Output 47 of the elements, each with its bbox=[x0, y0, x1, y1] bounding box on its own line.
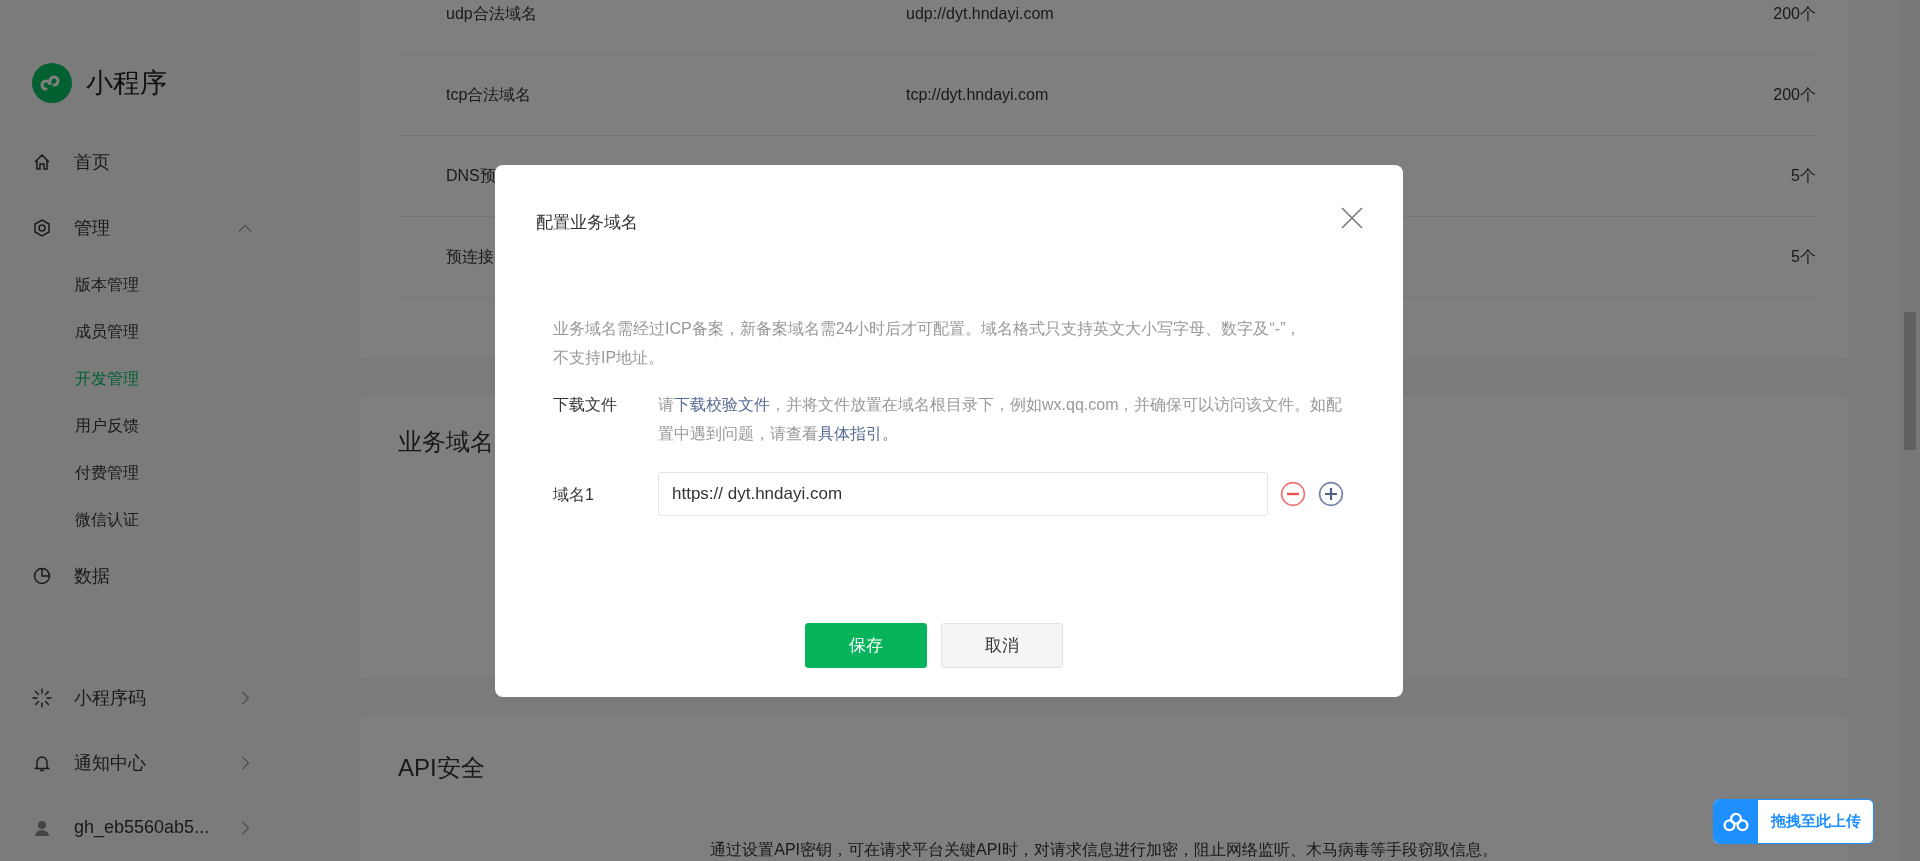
domain-input[interactable]: https:// dyt.hndayi.com bbox=[658, 472, 1268, 516]
field-label: 域名1 bbox=[553, 484, 595, 505]
nav-item[interactable]: 首页 bbox=[32, 129, 252, 195]
notice-text: 业务域名需经过ICP备案，新备案域名需24小时后才可配置。域名格式只支持英文大小写字母、数字及“-”，不支持IP地址。 bbox=[553, 319, 1303, 368]
instruction-text: 请下载校验文件，并将文件放置在域名根目录下，例如wx.qq.com，并确保可以访问该文件。如配置中遇到问题，请查看具体指引。 bbox=[658, 395, 1344, 444]
submenu-item[interactable]: 成员管理 bbox=[32, 308, 360, 355]
cancel-button[interactable]: 取消 bbox=[941, 623, 1063, 668]
table-cell-text: 200个 bbox=[1773, 3, 1816, 24]
nav-item[interactable]: 数据 bbox=[32, 543, 252, 609]
section-title: API安全 bbox=[398, 753, 485, 783]
table-cell-text: 5个 bbox=[1791, 165, 1816, 186]
table-cell-text: tcp合法域名 bbox=[445, 84, 533, 105]
nav-item[interactable]: gh_eb5560ab5... bbox=[32, 795, 252, 860]
description-text: 通过设置API密钥，可在请求平台关键API时，对请求信息进行加密，阻止网络监听、木马病毒等手段窃取信息。 bbox=[709, 840, 1499, 860]
submenu-item[interactable]: 用户反馈 bbox=[32, 402, 360, 449]
pie-chart-icon bbox=[32, 566, 52, 586]
sparkle-icon bbox=[32, 687, 52, 708]
logo-title: 小程序 bbox=[86, 67, 167, 100]
link[interactable]: 下载校验文件 bbox=[674, 396, 770, 413]
close-icon[interactable] bbox=[1341, 206, 1363, 229]
field-label: 下载文件 bbox=[553, 395, 618, 415]
section-title: 业务域名 bbox=[398, 427, 494, 457]
table-cell-text: 200个 bbox=[1773, 84, 1816, 105]
scrollbar[interactable] bbox=[1900, 0, 1920, 861]
nav-item[interactable]: 通知中心 bbox=[32, 730, 252, 795]
dialog-title: 配置业务域名 bbox=[536, 212, 638, 234]
link[interactable]: 具体指引。 bbox=[818, 425, 898, 442]
remove-icon[interactable] bbox=[1280, 481, 1306, 507]
table-cell-text: DNS预 bbox=[445, 165, 497, 186]
table-cell-text: 预连接 bbox=[445, 246, 495, 267]
nav-item[interactable]: 管理 bbox=[32, 195, 252, 261]
logo-icon bbox=[32, 63, 72, 103]
nav-item[interactable]: 小程序码 bbox=[32, 665, 252, 730]
submenu-item[interactable]: 付费管理 bbox=[32, 449, 360, 496]
home-icon bbox=[32, 152, 52, 172]
save-button[interactable]: 保存 bbox=[805, 623, 927, 668]
hexagon-icon bbox=[32, 218, 52, 238]
submenu-item[interactable]: 版本管理 bbox=[32, 261, 360, 308]
table-cell-text: 5个 bbox=[1791, 246, 1816, 267]
table-cell: tcp://dyt.hndayi.com bbox=[906, 86, 1049, 103]
upload-button[interactable]: 拖拽至此上传 bbox=[1713, 799, 1874, 844]
cloud-icon bbox=[1723, 810, 1749, 833]
add-icon[interactable] bbox=[1318, 481, 1344, 507]
table-cell: udp://dyt.hndayi.com bbox=[906, 5, 1054, 22]
table-cell-text: udp合法域名 bbox=[445, 3, 538, 24]
scrollbar-thumb[interactable] bbox=[1904, 312, 1916, 450]
submenu-item[interactable]: 微信认证 bbox=[32, 496, 360, 543]
